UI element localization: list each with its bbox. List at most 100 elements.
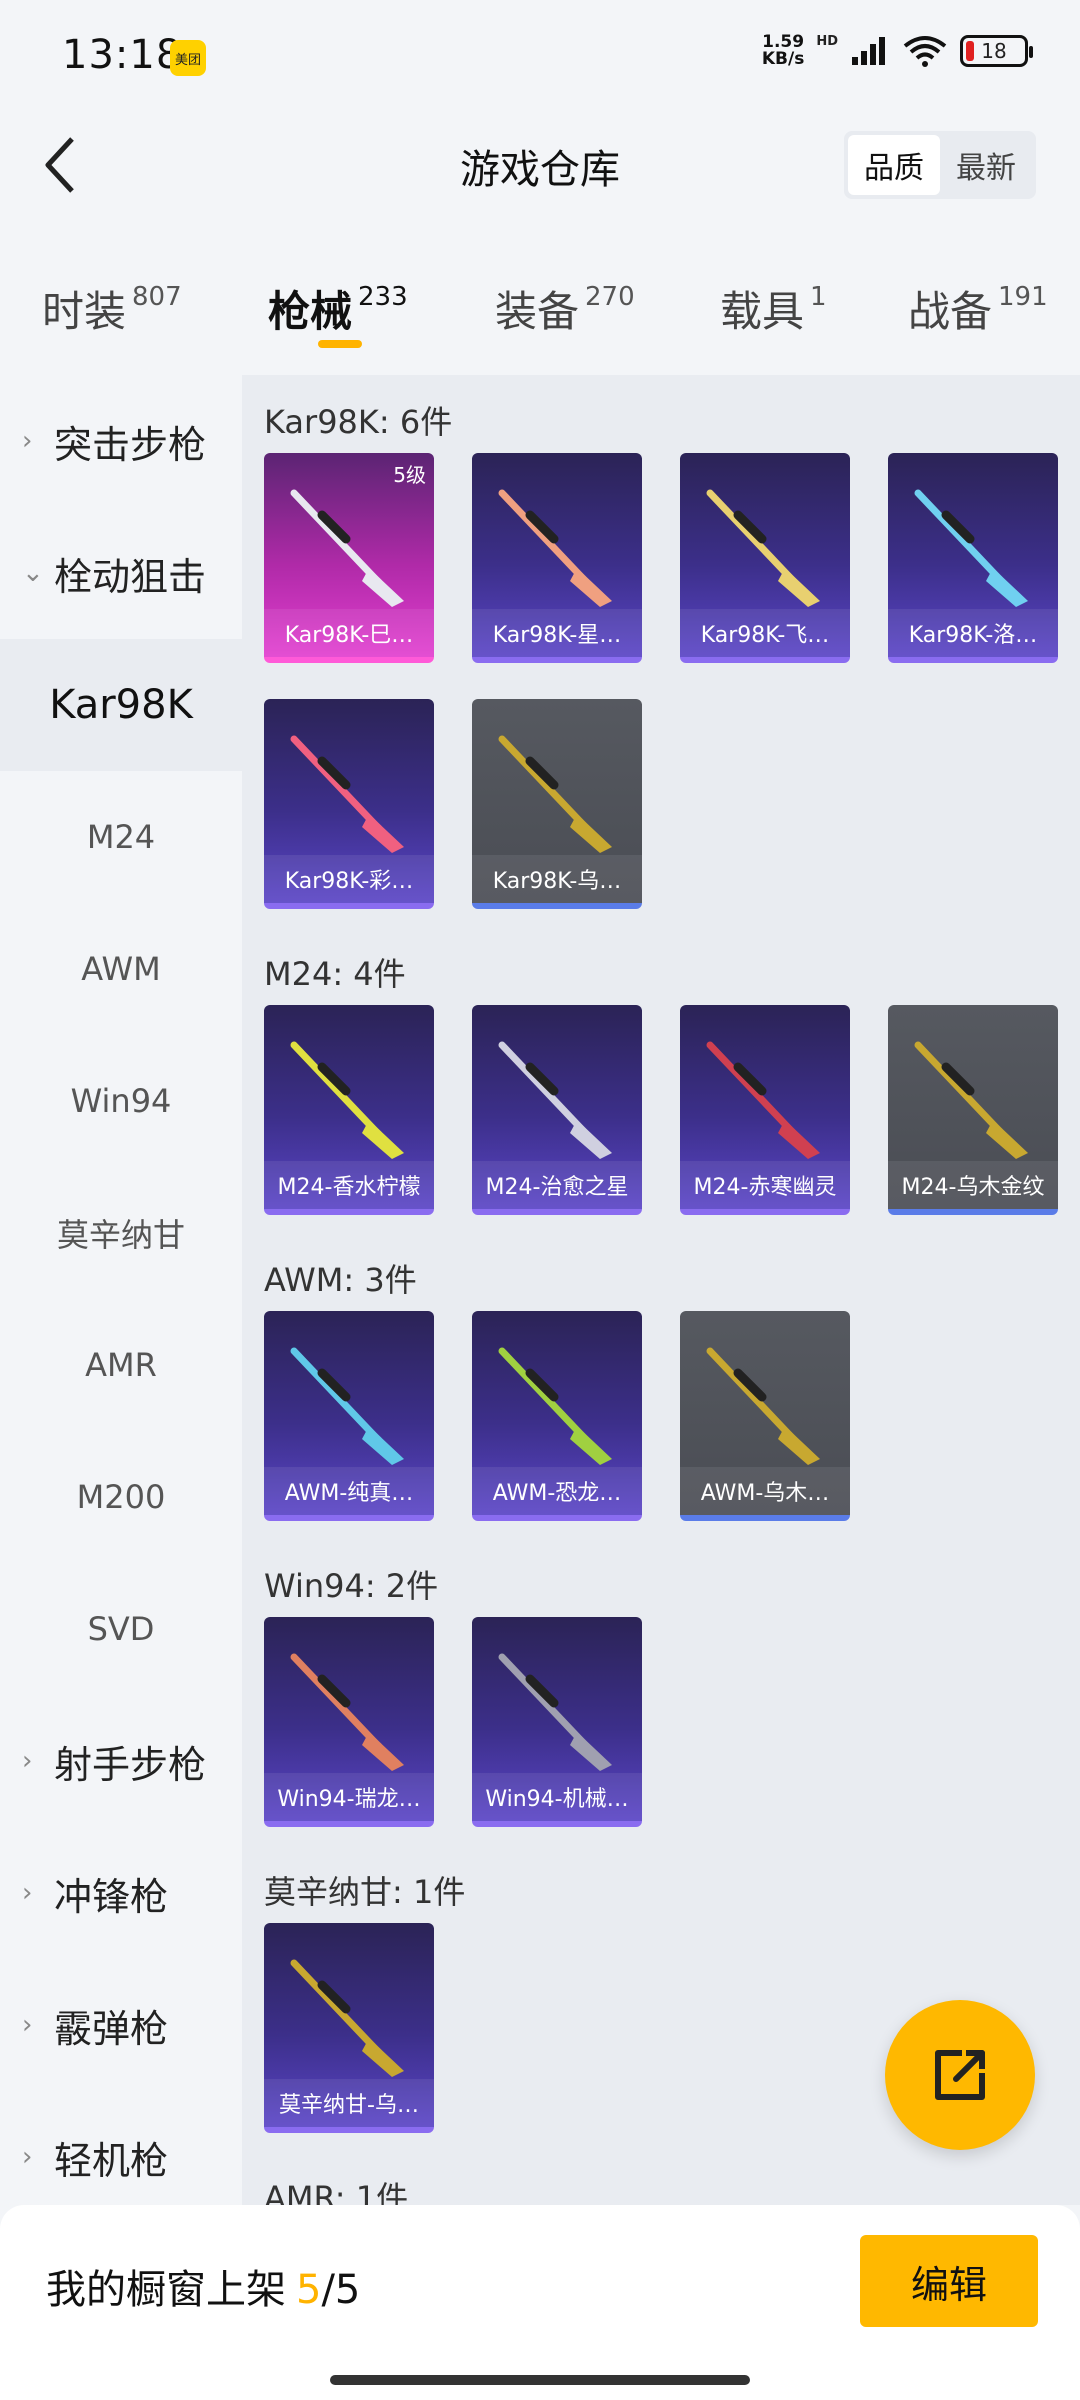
rifle-icon (290, 489, 404, 607)
home-indicator[interactable] (330, 2375, 750, 2385)
sidebar-item[interactable]: › 轻机枪 (0, 2091, 242, 2223)
weapon-skin-card[interactable]: Kar98K-星… (472, 453, 642, 663)
bottom-bar: 我的橱窗上架 5 /5 编辑 (0, 2205, 1080, 2400)
header: 游戏仓库 品质 最新 (0, 115, 1080, 215)
share-icon (935, 2050, 985, 2100)
rifle-icon (290, 1959, 404, 2077)
sidebar-item[interactable]: M24 (0, 771, 242, 903)
weapon-skin-name: Kar98K-彩… (264, 855, 434, 903)
meituan-badge-icon: 美团 (170, 40, 206, 76)
weapon-skin-card[interactable]: M24-乌木金纹 (888, 1005, 1058, 1215)
weapon-skin-card[interactable]: 莫辛纳甘-乌… (264, 1923, 434, 2133)
sidebar-item-label: Kar98K (49, 682, 193, 728)
sidebar-item-label: SVD (87, 1610, 155, 1648)
sidebar-item[interactable]: › 射手步枪 (0, 1695, 242, 1827)
sidebar-item[interactable]: M200 (0, 1431, 242, 1563)
level-badge: 5级 (393, 463, 426, 487)
rifle-icon (914, 489, 1028, 607)
showcase-status: 我的橱窗上架 5 /5 (46, 2267, 361, 2313)
section-title: Kar98K: 6件 (264, 403, 453, 441)
sidebar-item-label: 莫辛纳甘 (56, 1216, 185, 1254)
sidebar-item[interactable]: › 突击步枪 (0, 375, 242, 507)
weapon-skin-card[interactable]: M24-香水柠檬 (264, 1005, 434, 1215)
weapon-skin-name: Kar98K-洛… (888, 609, 1058, 657)
weapon-skin-card[interactable]: Win94-瑞龙… (264, 1617, 434, 1827)
weapon-skin-card[interactable]: Kar98K-乌… (472, 699, 642, 909)
section-title: AMR: 1件 (264, 2179, 409, 2205)
sidebar-item[interactable]: AWM (0, 903, 242, 1035)
sidebar-item[interactable]: 莫辛纳甘 (0, 1167, 242, 1299)
sort-newest-button[interactable]: 最新 (940, 135, 1032, 195)
section-title: 莫辛纳甘: 1件 (264, 1873, 466, 1911)
tab-guns[interactable]: 枪械 233 (268, 278, 408, 339)
section-title: Win94: 2件 (264, 1567, 439, 1605)
sidebar-item[interactable]: Kar98K (0, 639, 242, 771)
weapon-skin-card[interactable]: Kar98K-飞… (680, 453, 850, 663)
edit-button[interactable]: 编辑 (860, 2235, 1038, 2327)
weapon-skin-card[interactable]: M24-治愈之星 (472, 1005, 642, 1215)
status-time: 13:18 (62, 32, 183, 78)
weapon-skin-name: AWM-恐龙… (472, 1467, 642, 1515)
tab-equipment[interactable]: 装备 270 (495, 278, 635, 339)
weapon-skin-name: AWM-乌木… (680, 1467, 850, 1515)
weapon-skin-card[interactable]: M24-赤寒幽灵 (680, 1005, 850, 1215)
sidebar-item-label: M24 (86, 818, 156, 856)
rifle-icon (290, 1653, 404, 1771)
rifle-icon (498, 489, 612, 607)
tab-outfits[interactable]: 时装 807 (42, 278, 182, 339)
sidebar-item[interactable]: › 冲锋枪 (0, 1827, 242, 1959)
sidebar-item-label: 冲锋枪 (54, 1874, 169, 1919)
sidebar-item[interactable]: Win94 (0, 1035, 242, 1167)
weapon-skin-name: M24-乌木金纹 (888, 1161, 1058, 1209)
rifle-icon (290, 1347, 404, 1465)
active-tab-indicator (318, 340, 362, 348)
rifle-icon (290, 1041, 404, 1159)
sidebar-item-label: M200 (76, 1478, 166, 1516)
sort-quality-button[interactable]: 品质 (848, 135, 940, 195)
sidebar-item-label: 轻机枪 (54, 2138, 169, 2183)
rifle-icon (914, 1041, 1028, 1159)
rifle-icon (706, 1041, 820, 1159)
weapon-skin-grid: Kar98K: 6件 5级 Kar98K-巳… Kar98K-星… Kar98K-飞… K… (242, 375, 1080, 2205)
sidebar-item[interactable]: ⌄ 栓动狙击 (0, 507, 242, 639)
chevron-right-icon: › (22, 426, 33, 456)
rifle-icon (706, 489, 820, 607)
sidebar-item[interactable]: SVD (0, 1563, 242, 1695)
section-title: AWM: 3件 (264, 1261, 417, 1299)
sidebar-item-label: AMR (85, 1346, 157, 1384)
tab-supplies[interactable]: 战备 191 (908, 278, 1048, 339)
category-tabs: 时装 807 枪械 233 装备 270 载具 1 战备 191 (0, 260, 1080, 360)
weapon-skin-card[interactable]: Kar98K-洛… (888, 453, 1058, 663)
sort-toggle: 品质 最新 (844, 131, 1036, 199)
sidebar-item-label: 射手步枪 (54, 1742, 207, 1787)
weapon-skin-card[interactable]: AWM-纯真… (264, 1311, 434, 1521)
weapon-skin-card[interactable]: Win94-机械… (472, 1617, 642, 1827)
weapon-skin-card[interactable]: AWM-恐龙… (472, 1311, 642, 1521)
weapon-skin-name: AWM-纯真… (264, 1467, 434, 1515)
rifle-icon (290, 735, 404, 853)
weapon-skin-card[interactable]: 5级 Kar98K-巳… (264, 453, 434, 663)
weapon-skin-name: Win94-瑞龙… (264, 1773, 434, 1821)
tab-vehicles[interactable]: 载具 1 (720, 278, 827, 339)
weapon-skin-name: M24-赤寒幽灵 (680, 1161, 850, 1209)
weapon-skin-name: M24-治愈之星 (472, 1161, 642, 1209)
status-right: 1.59 KB/s HD 18 (762, 34, 1033, 68)
chevron-right-icon: › (22, 1878, 33, 1908)
chevron-right-icon: › (22, 2010, 33, 2040)
signal-icon (852, 37, 885, 65)
sidebar-item-label: 霰弹枪 (54, 2006, 169, 2051)
weapon-skin-name: Win94-机械… (472, 1773, 642, 1821)
wifi-icon (903, 36, 947, 67)
rifle-icon (706, 1347, 820, 1465)
sidebar-item[interactable]: AMR (0, 1299, 242, 1431)
sidebar-item-label: AWM (81, 950, 161, 988)
status-bar: 13:18 美团 1.59 KB/s HD 18 (0, 0, 1080, 115)
weapon-skin-name: Kar98K-飞… (680, 609, 850, 657)
weapon-skin-card[interactable]: AWM-乌木… (680, 1311, 850, 1521)
sidebar-item[interactable]: › 霰弹枪 (0, 1959, 242, 2091)
share-button[interactable] (885, 2000, 1035, 2150)
rifle-icon (498, 1041, 612, 1159)
sidebar-item-label: Win94 (70, 1082, 172, 1120)
sidebar-item-label: 突击步枪 (54, 422, 207, 467)
weapon-skin-card[interactable]: Kar98K-彩… (264, 699, 434, 909)
